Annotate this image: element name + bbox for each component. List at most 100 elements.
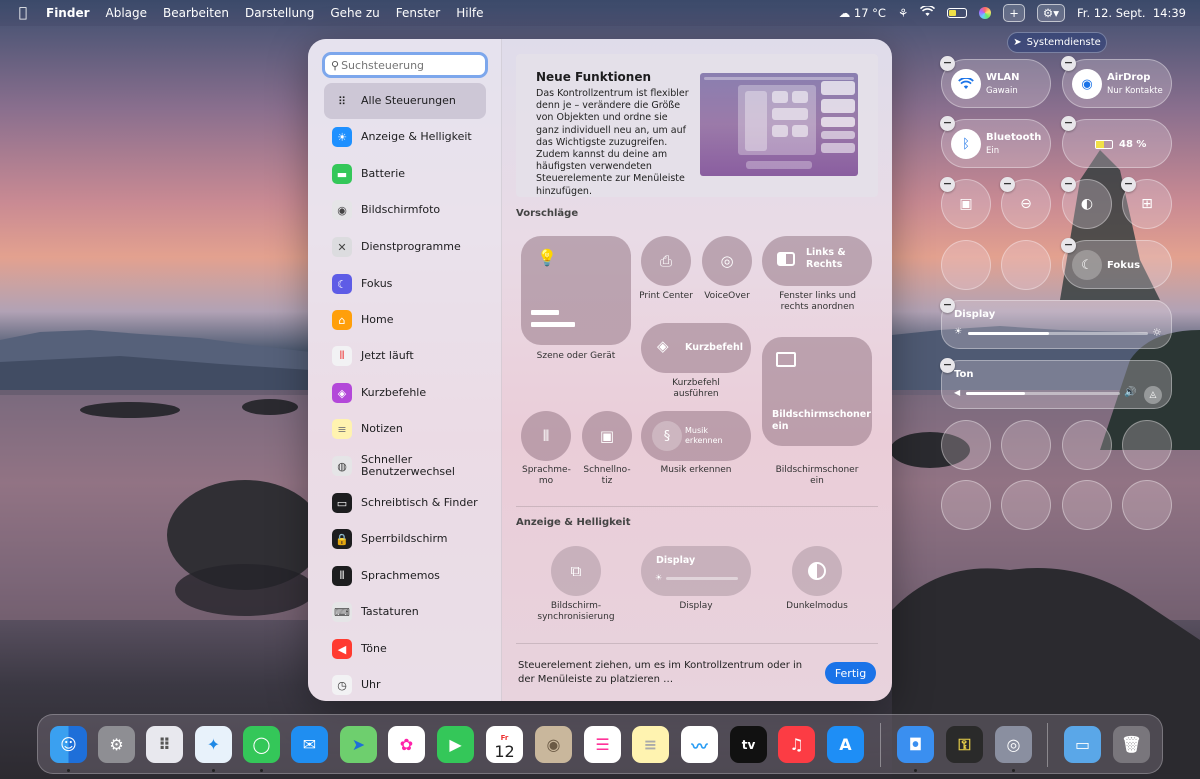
remove-airdrop-button[interactable]: − — [1061, 56, 1076, 71]
sidebar-item[interactable]: ⠿ Alle Steuerungen — [324, 83, 486, 119]
display-brightness-slider[interactable] — [968, 332, 1148, 335]
control-center-icon[interactable]: ⚙▾ — [1036, 4, 1065, 22]
print-center-tile[interactable]: ⎙ — [641, 236, 691, 286]
battery-icon — [1095, 140, 1113, 149]
notes-icon[interactable]: ≡ — [632, 726, 669, 763]
voice-memo-tile[interactable]: ⦀ — [521, 411, 571, 461]
airdrop-module[interactable]: ◉ AirDrop Nur Kontakte — [1062, 59, 1172, 108]
scene-tile[interactable]: 💡 — [521, 236, 631, 345]
menu-hilfe[interactable]: Hilfe — [456, 6, 483, 20]
finder-icon[interactable]: ☺ — [50, 726, 87, 763]
sidebar-item[interactable]: ⦀ Sprachmemos — [324, 558, 486, 594]
menu-ablage[interactable]: Ablage — [106, 6, 148, 20]
window-tiling-tile[interactable]: Links & Rechts — [762, 236, 872, 286]
sidebar-item[interactable]: ✕ Dienstprogramme — [324, 229, 486, 265]
sidebar-item[interactable]: ◀ Töne — [324, 631, 486, 667]
sidebar-item[interactable]: ▬ Batterie — [324, 156, 486, 192]
remove-battery-button[interactable]: − — [1061, 116, 1076, 131]
reminders-icon[interactable]: ☰ — [584, 726, 621, 763]
wlan-module[interactable]: WLAN Gawain — [941, 59, 1051, 108]
remove-half-circle-button[interactable]: − — [1000, 177, 1015, 192]
downloads-folder-icon[interactable]: ▭ — [1064, 726, 1101, 763]
sidebar-item[interactable]: ◍ Schneller Benutzerwechsel — [324, 448, 486, 484]
directory-utility-icon[interactable]: ◎ — [995, 726, 1032, 763]
quick-note-label: Schnellno- tiz — [583, 465, 631, 486]
battery-icon[interactable] — [947, 8, 968, 18]
add-control-button[interactable]: + — [1003, 4, 1025, 22]
remove-display-button[interactable]: − — [940, 298, 955, 313]
menu-darstellung[interactable]: Darstellung — [245, 6, 314, 20]
sound-module[interactable]: Ton ◀ 🔊 ◬ — [941, 360, 1172, 409]
maps-icon[interactable]: ➤ — [340, 726, 377, 763]
remove-dark-mode-button[interactable]: − — [1061, 177, 1076, 192]
sidebar-item[interactable]: ⌂ Home — [324, 302, 486, 338]
display-module[interactable]: Display ☀ ☼ — [941, 300, 1172, 349]
done-button[interactable]: Fertig — [825, 662, 876, 684]
music-icon[interactable]: ♫ — [778, 726, 815, 763]
launchpad-icon[interactable]: ⠿ — [146, 726, 183, 763]
dark-mode-tile[interactable] — [792, 546, 842, 596]
remove-focus-button[interactable]: − — [1061, 238, 1076, 253]
sidebar-item[interactable]: ☀ Anzeige & Helligkeit — [324, 119, 486, 155]
volume-slider[interactable] — [966, 392, 1120, 395]
music-tile-text: Musik erkennen — [685, 426, 723, 445]
screen-mirroring-tile[interactable]: ⧉ — [551, 546, 601, 596]
apple-icon[interactable]:  — [16, 5, 30, 21]
display-tile[interactable]: Display ☀ — [641, 546, 751, 596]
bluetooth-module[interactable]: ᛒ Bluetooth Ein — [941, 119, 1051, 168]
system-settings-icon[interactable]: ⚙ — [98, 726, 135, 763]
music-recognition-tile[interactable]: § Musik erkennen — [641, 411, 751, 461]
menu-fenster[interactable]: Fenster — [396, 6, 441, 20]
focus-module[interactable]: ☾ Fokus — [1062, 240, 1172, 289]
quick-note-tile[interactable]: ▣ — [582, 411, 632, 461]
battery-module[interactable]: 48 % — [1062, 119, 1172, 168]
freeform-icon[interactable]: 〰 — [681, 726, 718, 763]
screensaver-tile-text: Bildschirmschoner ein — [772, 409, 871, 432]
safari-icon[interactable]: ✦ — [195, 726, 232, 763]
menu-bearbeiten[interactable]: Bearbeiten — [163, 6, 229, 20]
weather-status[interactable]: ☁ 17 °C — [839, 6, 886, 20]
utility-app-icon[interactable]: ◘ — [897, 726, 934, 763]
contacts-icon[interactable]: ◉ — [535, 726, 572, 763]
screensaver-tile[interactable]: Bildschirmschoner ein — [762, 337, 872, 446]
sidebar-item[interactable]: ◈ Kurzbefehle — [324, 375, 486, 411]
sidebar-item[interactable]: ▭ Schreibtisch & Finder — [324, 485, 486, 521]
wifi-icon[interactable] — [920, 4, 936, 20]
remove-sound-button[interactable]: − — [940, 358, 955, 373]
sidebar-item[interactable]: ☾ Fokus — [324, 266, 486, 302]
messages-icon[interactable]: ◯ — [243, 726, 280, 763]
menu-gehe-zu[interactable]: Gehe zu — [330, 6, 379, 20]
app-store-icon[interactable]: A — [827, 726, 864, 763]
sidebar-item[interactable]: ◷ Uhr — [324, 667, 486, 701]
shortcut-tile[interactable]: ◈ Kurzbefehl — [641, 323, 751, 373]
remove-bluetooth-button[interactable]: − — [940, 116, 955, 131]
display-brightness-slider[interactable] — [666, 577, 738, 580]
remove-screen-lock-button[interactable]: − — [940, 177, 955, 192]
trash-icon[interactable]: 🗑 — [1113, 726, 1150, 763]
facetime-icon[interactable]: ▶ — [437, 726, 474, 763]
sidebar-item[interactable]: ◉ Bildschirmfoto — [324, 192, 486, 228]
menu-app-name[interactable]: Finder — [46, 6, 90, 20]
mail-icon[interactable]: ✉ — [291, 726, 328, 763]
calendar-icon[interactable]: Fr 12 — [486, 726, 523, 763]
siri-icon[interactable] — [979, 7, 992, 19]
remove-wlan-button[interactable]: − — [940, 56, 955, 71]
remove-grid-button[interactable]: − — [1121, 177, 1136, 192]
sidebar-item[interactable]: ≡ Notizen — [324, 411, 486, 447]
photos-icon[interactable]: ✿ — [388, 726, 425, 763]
apple-tv-icon[interactable]: tv — [730, 726, 767, 763]
airplay-audio-icon[interactable]: ◬ — [1144, 386, 1162, 404]
system-services-badge[interactable]: ➤ Systemdienste — [1007, 32, 1107, 53]
search-input[interactable] — [341, 58, 472, 72]
menu-datetime[interactable]: Fr. 12. Sept. 14:39 — [1077, 6, 1186, 20]
sidebar-item[interactable]: ⌨ Tastaturen — [324, 594, 486, 630]
accessibility-icon[interactable]: ⚘ — [898, 6, 908, 20]
voiceover-tile[interactable]: ◎ — [702, 236, 752, 286]
bluetooth-status: Ein — [986, 146, 1000, 156]
sidebar-item[interactable]: ⦀ Jetzt läuft — [324, 338, 486, 374]
empty-slot — [1001, 420, 1051, 470]
keychain-icon[interactable]: ⚿ — [946, 726, 983, 763]
search-field[interactable]: ⚲ — [322, 52, 488, 78]
sidebar-item[interactable]: 🔒 Sperrbildschirm — [324, 521, 486, 557]
weather-temp: 17 °C — [853, 6, 886, 20]
